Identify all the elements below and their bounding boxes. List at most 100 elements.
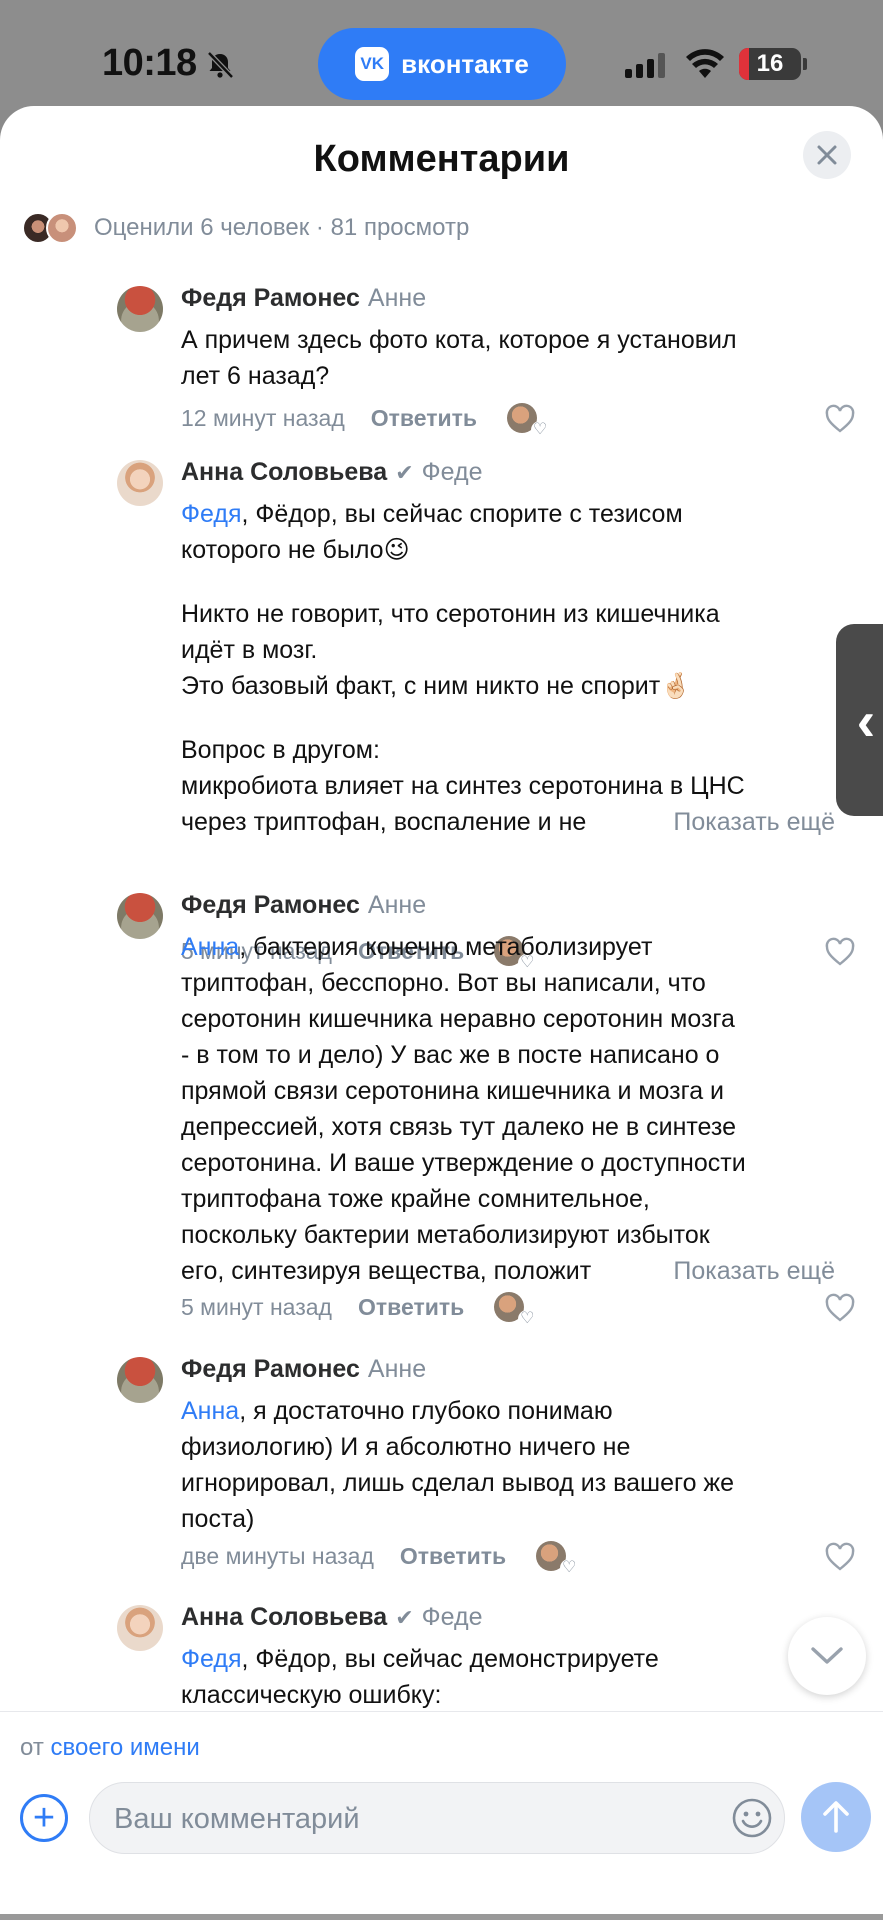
show-more-link[interactable]: Показать ещё [633,1253,835,1289]
vk-app-pill[interactable]: VK вконтакте [318,28,566,100]
avatar[interactable] [117,1357,163,1403]
liked-by-author-avatar [536,1541,579,1577]
comment-reply-to: Феде [421,458,483,486]
avatar[interactable] [117,460,163,506]
heart-icon[interactable] [824,1542,856,1572]
comment-line: серотонина. И ваше утверждение о доступн… [181,1149,746,1177]
battery-indicator: 16 [739,48,801,80]
battery-cap [803,58,807,70]
comment-line: поста) [181,1505,255,1533]
battery-level: 16 [756,50,784,77]
comment-text: Анна, бактерия конечно метаболизирует тр… [181,929,861,1289]
mention-link[interactable]: Анна [181,1397,239,1425]
comment-line: триптофан, бесспорно. Вот вы написали, ч… [181,969,706,997]
comment-line: - в том то и дело) У вас же в посте напи… [181,1041,720,1069]
mention-link[interactable]: Федя [181,1645,242,1673]
comment-line: серотонин кишечника неравно серотонин мо… [181,1005,735,1033]
comment-time: 5 минут назад [181,1293,332,1320]
vk-logo-icon: VK [355,47,390,81]
comment-text: Федя, Фёдор, вы сейчас спорите с тезисом… [181,496,861,840]
comment-line: , Фёдор, вы сейчас спорите с тезисом [241,500,683,528]
comment-header: Федя Рамонес Анне [181,284,426,313]
comment-reply-to: Анне [367,1355,427,1383]
liked-by-author-avatar [494,1292,537,1328]
comment-time: две минуты назад [181,1542,374,1569]
comment-line: Никто не говорит, что серотонин из кишеч… [181,600,720,628]
wifi-icon [686,49,724,78]
heart-icon[interactable] [824,404,856,434]
chevron-down-icon [811,1647,843,1664]
reply-button[interactable]: Ответить [371,405,477,432]
comment-reply-to: Анне [367,284,427,312]
comment-line-truncated: через триптофан, воспаление и не Показать… [181,804,861,840]
bell-slash-icon [207,51,234,79]
comment-line: лет 6 назад? [181,362,330,390]
mention-link[interactable]: Федя [181,500,242,528]
comment-reply-to: Анне [367,891,427,919]
comment-meta: две минуты назад Ответить [181,1541,579,1577]
plus-icon: + [32,1797,56,1839]
comments-sheet: Комментарии Оценили 6 человек · 81 просм… [0,106,883,1914]
chevron-left-icon: ‹ [856,688,876,752]
comment-line: прямой связи серотонина кишечника и мозг… [181,1077,725,1105]
comment-author[interactable]: Федя Рамонес [181,1355,360,1383]
comment-line: Это базовый факт, с ним никто не спорит🤞… [181,672,692,700]
checkmark-icon: ✔ [395,1605,414,1630]
reply-button[interactable]: Ответить [400,1543,506,1570]
comment-text: А причем здесь фото кота, которое я уста… [181,322,861,394]
comment-line: , я достаточно глубоко понимаю [239,1397,613,1425]
status-bar: 10:18 VK вконтакте 16 [0,0,883,110]
liker-avatar [46,212,78,244]
comment-author[interactable]: Федя Рамонес [181,891,360,919]
send-button[interactable] [801,1782,871,1852]
smile-icon[interactable] [730,1796,774,1840]
comment-input-wrapper [89,1782,785,1854]
comment-meta: 12 минут назад Ответить [181,403,550,439]
comment-line: физиологию) И я абсолютно ничего не [181,1433,631,1461]
comment-input[interactable] [114,1797,704,1841]
comment-line: триптофана тоже крайне сомнительное, [181,1185,650,1213]
reply-button[interactable]: Ответить [358,1294,464,1321]
comment-line: идёт в мозг. [181,636,318,664]
avatar[interactable] [117,893,163,939]
comment-author[interactable]: Федя Рамонес [181,284,360,312]
likes-summary-row[interactable]: Оценили 6 человек · 81 просмотр [22,208,469,248]
comment-line: депрессией, хотя связь тут далеко не в с… [181,1113,736,1141]
liked-by-author-avatar [507,403,550,439]
comment-time: 12 минут назад [181,404,345,431]
post-as-selector: от своего имени [20,1734,200,1762]
comment-author[interactable]: Анна Соловьева [181,1603,387,1631]
post-as-link[interactable]: своего имени [50,1734,199,1761]
scroll-down-button[interactable] [788,1617,866,1695]
status-time: 10:18 [102,42,197,84]
vk-app-name: вконтакте [401,48,529,79]
post-as-prefix: от [20,1734,44,1761]
close-icon [817,145,837,165]
comment-header: Федя Рамонес Анне [181,891,426,920]
side-panel-handle[interactable]: ‹ [836,624,883,816]
comment-line: которого не было😉 [181,536,410,564]
comment-text: Федя, Фёдор, вы сейчас демонстрируете кл… [181,1641,861,1713]
add-attachment-button[interactable]: + [20,1794,68,1842]
avatar[interactable] [117,1605,163,1651]
comment-line: , бактерия конечно метаболизирует [239,933,653,961]
sheet-title: Комментарии [313,138,570,180]
bottom-edge [0,1914,883,1920]
comment-header: Анна Соловьева ✔ Феде [181,458,483,487]
comment-composer: от своего имени + [0,1711,883,1914]
comment-header: Анна Соловьева ✔ Феде [181,1603,483,1632]
mention-link[interactable]: Анна [181,933,239,961]
show-more-link[interactable]: Показать ещё [633,804,835,840]
cellular-signal-icon [625,52,665,78]
comment-line: поскольку бактерии метаболизируют избыто… [181,1221,710,1249]
comment-line: , Фёдор, вы сейчас демонстрируете [241,1645,659,1673]
heart-icon[interactable] [824,1293,856,1323]
comment-author[interactable]: Анна Соловьева [181,458,387,486]
avatar[interactable] [117,286,163,332]
likes-summary-text: Оценили 6 человек · 81 просмотр [94,214,470,241]
comment-line-truncated: его, синтезируя вещества, положит Показат… [181,1253,861,1289]
comment-line: Вопрос в другом: [181,736,380,764]
comment-header: Федя Рамонес Анне [181,1355,426,1384]
close-button[interactable] [803,131,851,179]
arrow-up-icon [823,1801,849,1833]
